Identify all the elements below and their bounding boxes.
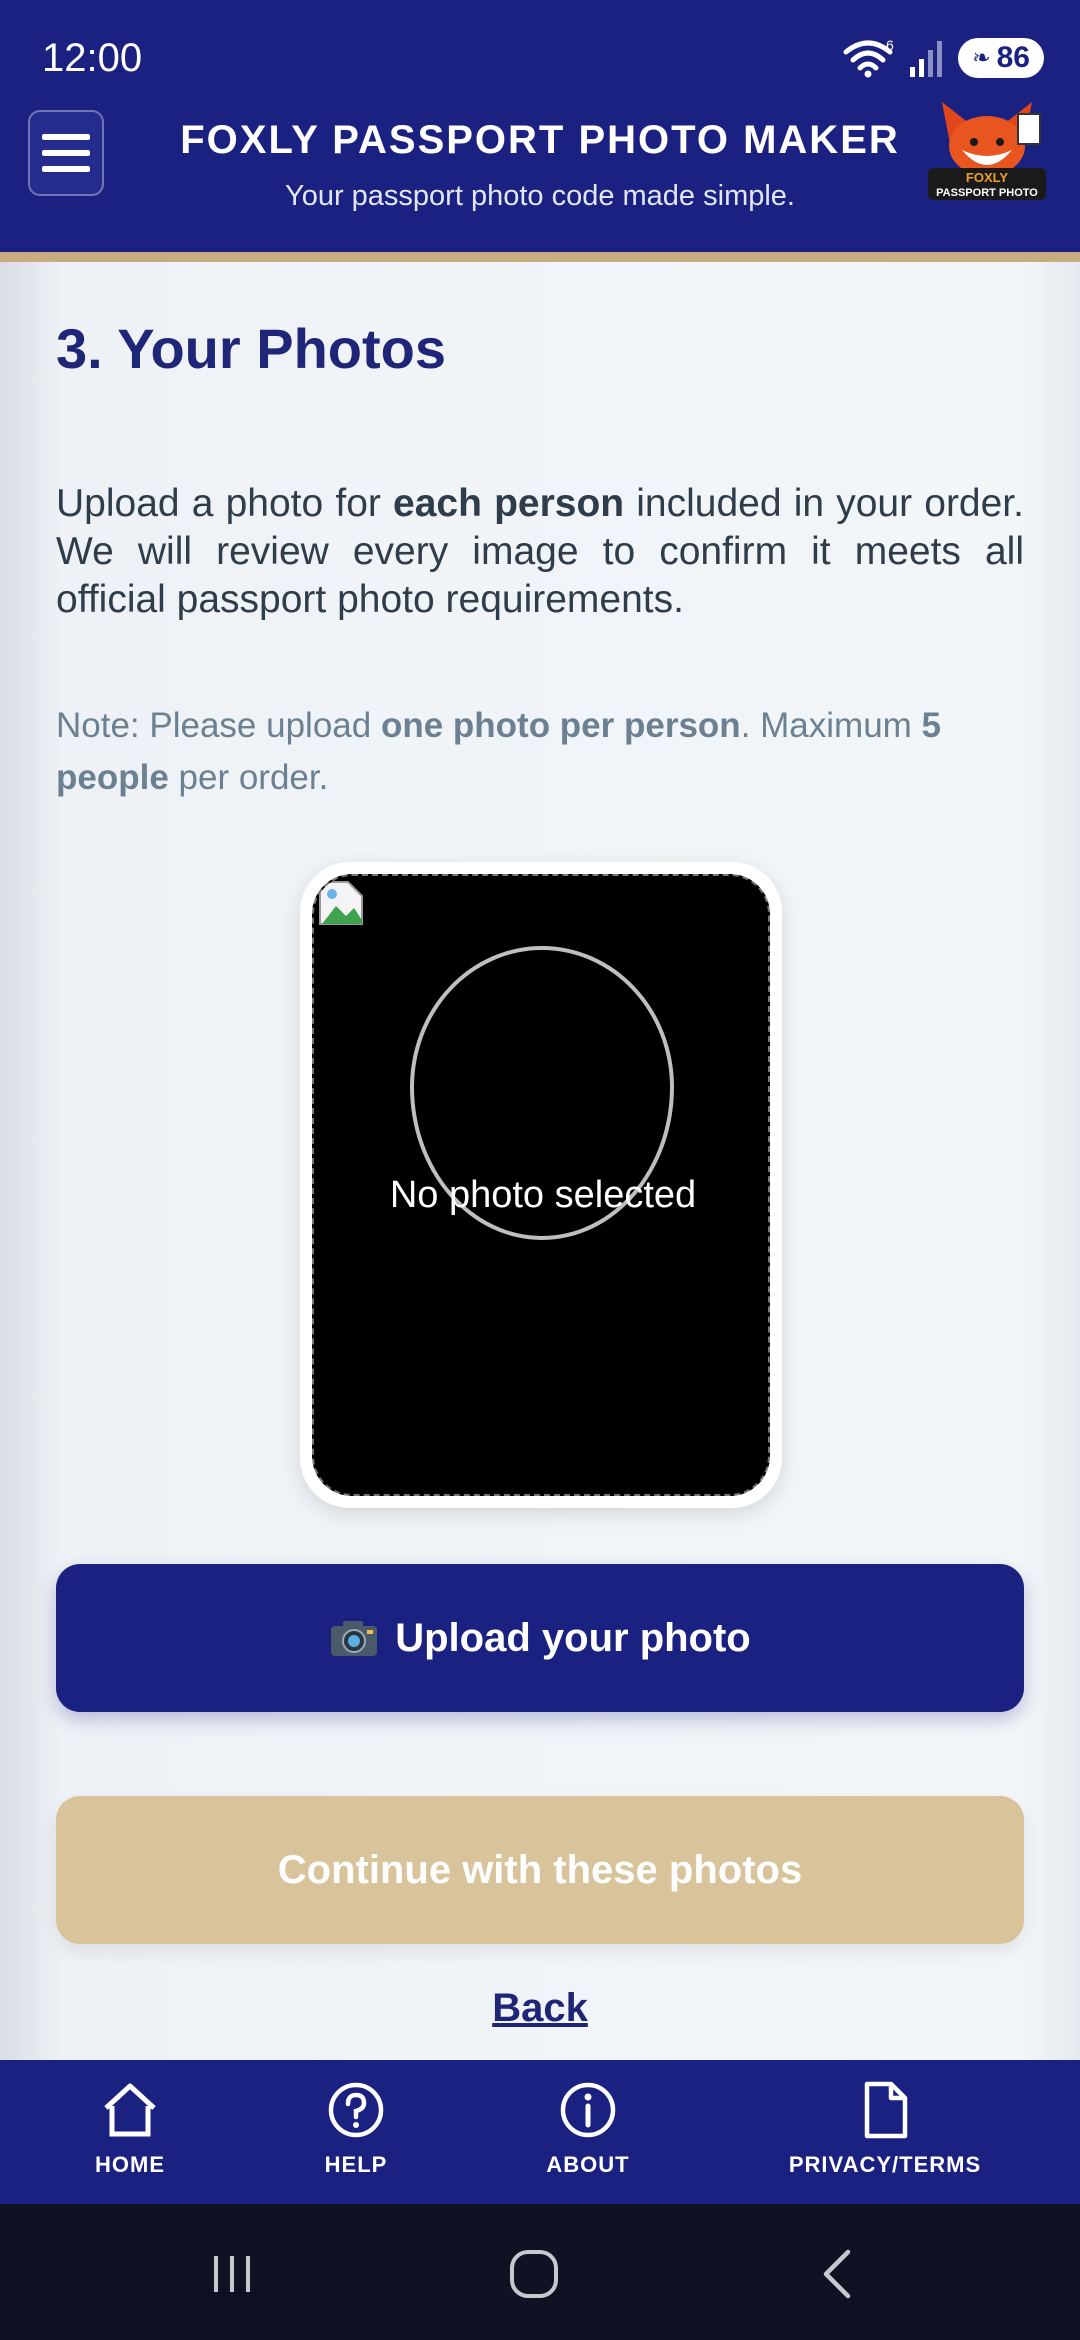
signal-icon: [910, 41, 943, 77]
photo-preview-card[interactable]: No photo selected: [300, 862, 782, 1508]
note-text: Note: Please upload one photo per person…: [56, 706, 942, 797]
nav-item-help[interactable]: HELP: [296, 2060, 416, 2204]
svg-text:6: 6: [886, 38, 894, 53]
bottom-nav: HOME HELP ABOUT PRIVACY/TERMS: [0, 2060, 1080, 2204]
header-divider: [0, 252, 1080, 262]
document-icon: [864, 2081, 908, 2139]
home-button-icon[interactable]: [504, 2244, 564, 2304]
wifi-icon: 6: [843, 38, 894, 78]
status-bar: 12:00 6 ❧ 86: [0, 0, 1080, 120]
upload-photo-label: Upload your photo: [395, 1615, 751, 1660]
battery-level: 86: [996, 41, 1030, 74]
status-time: 12:00: [42, 36, 143, 80]
camera-icon: [331, 1621, 378, 1656]
nav-label-home: HOME: [95, 2152, 165, 2177]
photo-preview[interactable]: No photo selected: [312, 874, 770, 1496]
hamburger-icon-bar: [42, 166, 90, 172]
leaf-icon: ❧: [972, 45, 991, 70]
battery-indicator: ❧ 86: [958, 38, 1044, 78]
home-icon: [104, 2083, 156, 2137]
recent-apps-icon[interactable]: [202, 2244, 262, 2304]
app-subtitle: Your passport photo code made simple.: [285, 180, 795, 212]
back-link[interactable]: Back: [0, 1986, 1080, 2031]
app-title: FOXLY PASSPORT PHOTO MAKER: [180, 118, 900, 162]
status-icons: 6 ❧ 86: [842, 38, 1044, 78]
nav-item-home[interactable]: HOME: [70, 2060, 190, 2204]
broken-image-icon: [319, 881, 363, 925]
no-photo-label: No photo selected: [389, 1174, 697, 1216]
page-title: 3. Your Photos: [56, 317, 446, 380]
intro-text: Upload a photo for each person included …: [56, 482, 1024, 621]
nav-item-about[interactable]: ABOUT: [528, 2060, 648, 2204]
help-icon: [328, 2082, 384, 2138]
continue-button[interactable]: Continue with these photos: [56, 1796, 1024, 1944]
nav-label-about: ABOUT: [546, 2152, 630, 2177]
svg-text:PASSPORT PHOTO: PASSPORT PHOTO: [936, 187, 1038, 199]
nav-label-help: HELP: [324, 2152, 388, 2177]
info-icon: [560, 2082, 616, 2138]
system-nav-bar: [0, 2204, 1080, 2340]
nav-label-privacy-terms: PRIVACY/TERMS: [788, 2152, 982, 2177]
foxly-logo: FOXLY PASSPORT PHOTO: [928, 102, 1046, 200]
back-button-icon[interactable]: [808, 2244, 868, 2304]
svg-text:FOXLY: FOXLY: [966, 170, 1008, 185]
nav-item-privacy-terms[interactable]: PRIVACY/TERMS: [770, 2060, 1000, 2204]
continue-label: Continue with these photos: [277, 1847, 803, 1892]
upload-photo-button[interactable]: Upload your photo: [56, 1564, 1024, 1712]
